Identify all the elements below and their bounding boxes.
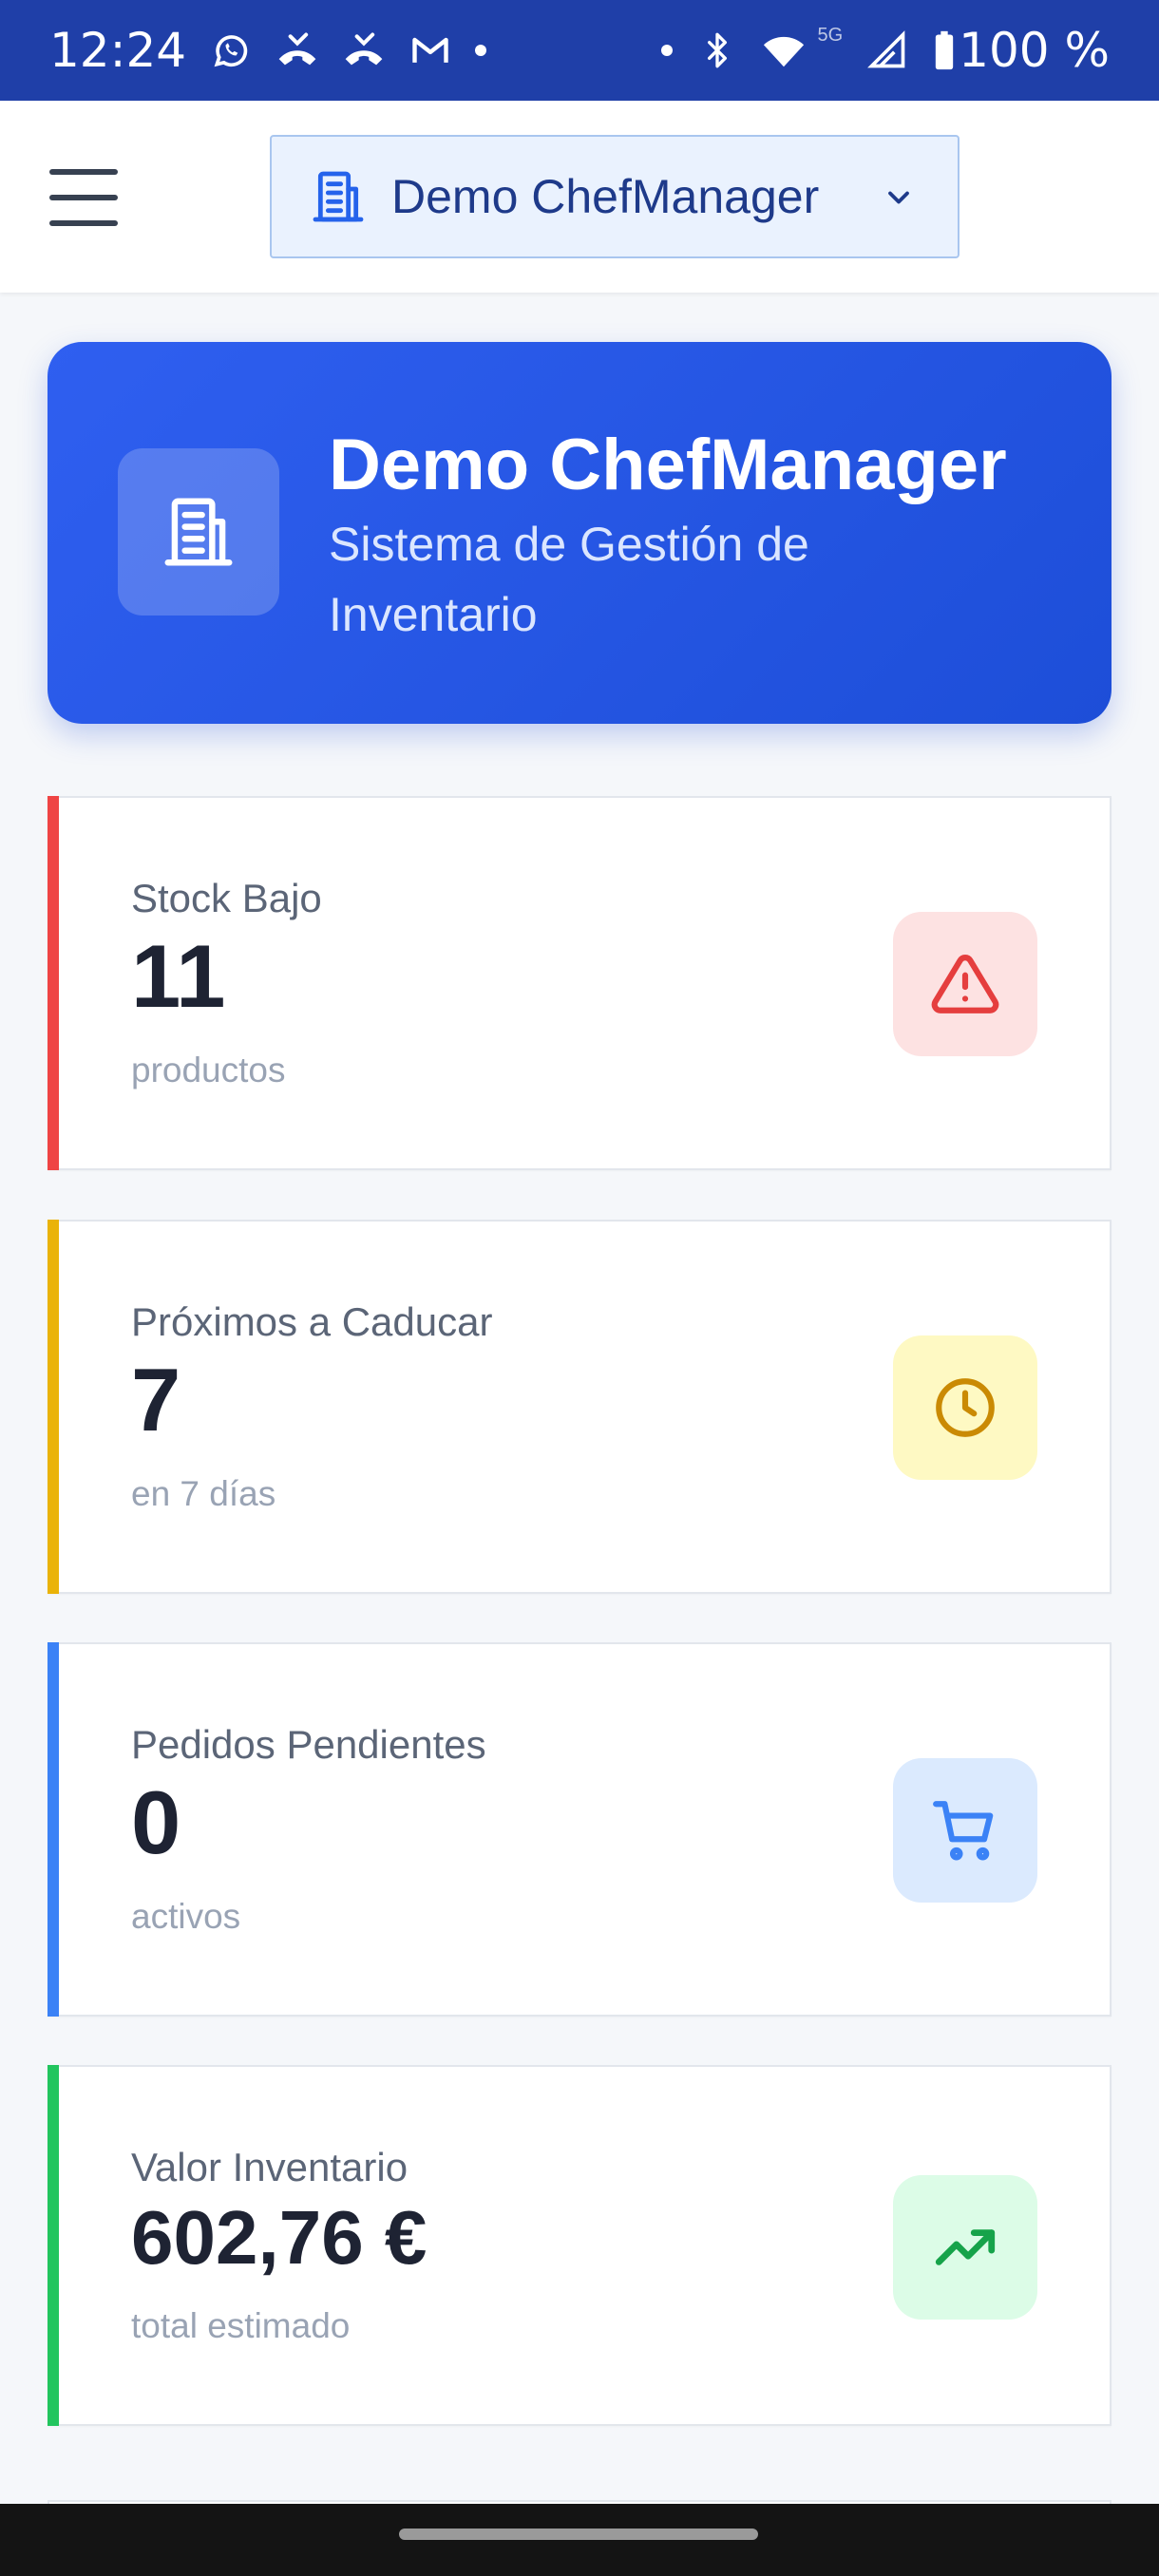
stat-caption: productos — [131, 1051, 286, 1089]
hero-title: Demo ChefManager — [329, 425, 1007, 505]
status-time: 12:24 — [49, 23, 187, 78]
app-bar: Demo ChefManager — [0, 101, 1159, 293]
stat-caption: total estimado — [131, 2306, 351, 2345]
notification-dot-icon — [661, 45, 674, 56]
stat-value: 11 — [131, 926, 226, 1026]
stat-card-low-stock[interactable]: Stock Bajo 11 productos — [48, 796, 1112, 1170]
whatsapp-icon — [209, 28, 253, 72]
card-accent — [48, 1220, 59, 1594]
card-accent — [48, 796, 59, 1170]
menu-button[interactable] — [49, 169, 118, 226]
stat-caption: en 7 días — [131, 1474, 276, 1513]
card-accent — [48, 1642, 59, 2017]
stat-card-inventory-value[interactable]: Valor Inventario 602,76 € total estimado — [48, 2065, 1112, 2426]
trending-up-icon — [893, 2175, 1037, 2320]
stat-label: Próximos a Caducar — [131, 1299, 493, 1344]
stat-label: Stock Bajo — [131, 876, 322, 920]
notification-dot-icon — [475, 45, 487, 56]
hero-subtitle: Sistema de Gestión de Inventario — [329, 518, 809, 641]
building-icon — [308, 166, 369, 227]
alert-triangle-icon — [893, 912, 1037, 1056]
battery-percent: 100 % — [959, 23, 1110, 78]
stat-value: 0 — [131, 1772, 181, 1872]
missed-call-icon — [276, 28, 319, 72]
network-type: 5G — [817, 24, 844, 46]
navigation-bar — [0, 2504, 1159, 2576]
missed-call-icon — [342, 28, 386, 72]
stat-value: 602,76 € — [131, 2195, 428, 2280]
card-accent — [48, 2065, 59, 2426]
building-icon — [118, 448, 279, 616]
home-gesture-handle[interactable] — [399, 2529, 758, 2540]
stat-card-expiring[interactable]: Próximos a Caducar 7 en 7 días — [48, 1220, 1112, 1594]
bluetooth-icon — [695, 28, 739, 72]
cart-icon — [893, 1758, 1037, 1903]
status-bar: 12:24 5G 100 % — [0, 0, 1159, 101]
stat-value: 7 — [131, 1350, 181, 1449]
signal-icon — [865, 28, 909, 72]
stat-card-pending-orders[interactable]: Pedidos Pendientes 0 activos — [48, 1642, 1112, 2017]
hero-card: Demo ChefManager Sistema de Gestión de I… — [48, 342, 1112, 724]
wifi-icon — [762, 28, 806, 72]
stat-caption: activos — [131, 1897, 241, 1936]
gmail-icon — [408, 28, 452, 72]
organization-selector[interactable]: Demo ChefManager — [270, 135, 960, 258]
hamburger-icon — [49, 169, 118, 175]
clock-icon — [893, 1335, 1037, 1480]
organization-name: Demo ChefManager — [391, 170, 820, 223]
stat-label: Pedidos Pendientes — [131, 1722, 486, 1767]
stat-label: Valor Inventario — [131, 2145, 408, 2189]
chevron-down-icon — [882, 180, 916, 215]
battery-icon — [932, 28, 957, 72]
